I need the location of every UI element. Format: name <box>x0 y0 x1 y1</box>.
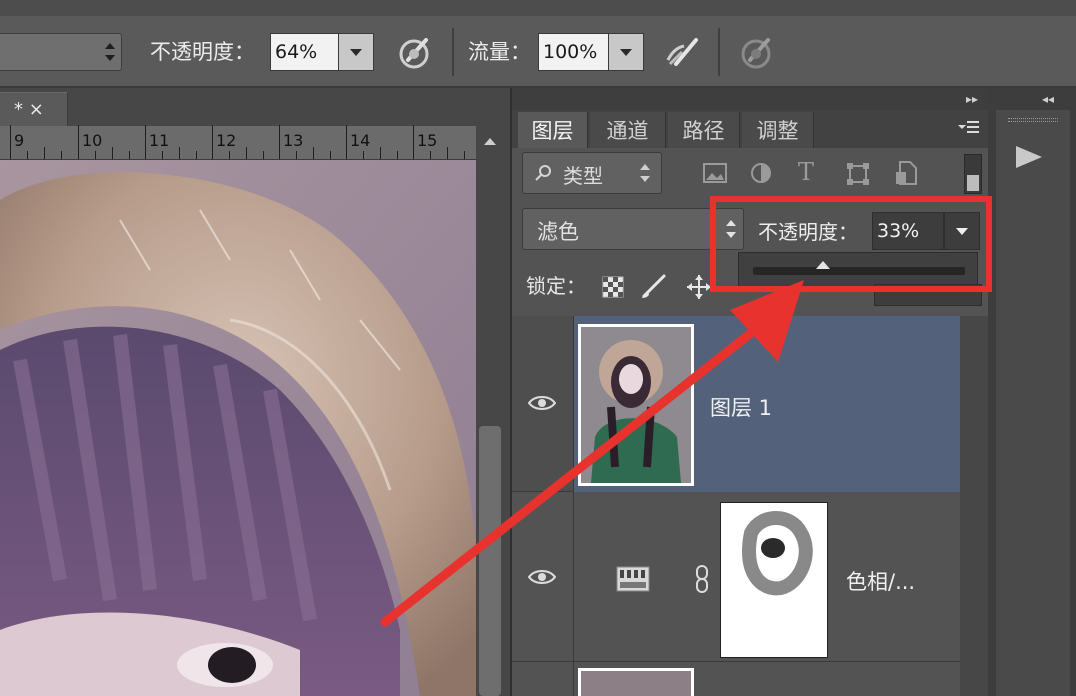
blend-mode-value: 滤色 <box>537 220 579 244</box>
annotation-arrow <box>380 280 804 627</box>
pressure-opacity-icon[interactable] <box>396 34 436 72</box>
ruler-number: 11 <box>149 131 170 150</box>
options-bar: 不透明度： 64% 流量： 100% <box>0 0 1076 88</box>
layer-thumbnail <box>578 668 694 696</box>
ruler-number: 12 <box>216 131 237 150</box>
search-icon <box>533 163 553 183</box>
expand-panels-icon[interactable]: ◂◂ <box>1042 92 1054 106</box>
opacity-dropdown-button[interactable] <box>338 33 374 71</box>
pressure-size-icon[interactable] <box>738 34 778 72</box>
collapsed-panel-dock: ◂◂ <box>988 88 1076 696</box>
tab-adjustments[interactable]: 调整 <box>742 112 814 148</box>
tab-channels[interactable]: 通道 <box>590 112 666 148</box>
flow-label: 流量： <box>468 40 531 64</box>
filter-toggle-switch[interactable] <box>964 154 982 194</box>
filter-type-label: 类型 <box>563 164 603 188</box>
play-icon[interactable] <box>1016 146 1042 168</box>
panel-header-strip: ▸▸ <box>512 88 990 110</box>
text-filter-icon[interactable]: T <box>798 158 814 186</box>
brush-preset-select[interactable] <box>0 33 122 71</box>
scroll-up-icon[interactable] <box>484 138 496 145</box>
ruler-tick <box>346 125 347 159</box>
smart-object-filter-icon[interactable] <box>894 160 918 186</box>
ruler-tick <box>279 125 280 159</box>
opacity-label: 不透明度： <box>150 40 255 64</box>
flow-input[interactable]: 100% <box>538 33 610 71</box>
collapse-panel-icon[interactable]: ▸▸ <box>966 92 978 106</box>
panel-menu-icon[interactable] <box>956 118 980 138</box>
menu-strip <box>0 0 1076 16</box>
ruler-number: 13 <box>283 131 304 150</box>
drag-grip[interactable] <box>1008 118 1058 122</box>
document-tab[interactable]: * × <box>0 92 68 126</box>
layer-row[interactable] <box>512 662 960 696</box>
shape-filter-icon[interactable] <box>846 162 870 186</box>
select-updown-icon <box>639 164 651 182</box>
ruler-number: 9 <box>14 131 25 150</box>
ruler-tick <box>78 125 79 159</box>
select-updown-icon <box>104 43 116 61</box>
horizontal-ruler: 9 10 11 12 13 14 15 <box>0 125 476 160</box>
document-tab-label: * × <box>14 99 44 120</box>
separator <box>452 28 454 76</box>
opacity-input[interactable]: 64% <box>270 33 340 71</box>
ruler-number: 14 <box>350 131 371 150</box>
collapsed-panel <box>996 110 1070 696</box>
ruler-tick <box>212 125 213 159</box>
separator <box>718 28 720 76</box>
tab-layers[interactable]: 图层 <box>518 112 588 148</box>
ruler-tick <box>10 125 11 159</box>
layer-filter-select[interactable]: 类型 <box>522 152 662 194</box>
layer-name[interactable]: 色相/... <box>846 566 915 596</box>
document-tab-bar: * × <box>0 88 510 126</box>
ruler-number: 15 <box>417 131 438 150</box>
flow-dropdown-button[interactable] <box>608 33 644 71</box>
adjustment-filter-icon[interactable] <box>750 162 772 184</box>
airbrush-icon[interactable] <box>662 34 704 72</box>
panel-tabs: 图层 通道 路径 调整 <box>512 110 990 148</box>
ruler-tick <box>145 125 146 159</box>
tab-paths[interactable]: 路径 <box>668 112 740 148</box>
ruler-tick <box>413 125 414 159</box>
layers-scrollbar[interactable] <box>960 316 990 696</box>
visibility-cell[interactable] <box>512 662 574 696</box>
image-filter-icon[interactable] <box>702 162 728 184</box>
ruler-number: 10 <box>82 131 103 150</box>
